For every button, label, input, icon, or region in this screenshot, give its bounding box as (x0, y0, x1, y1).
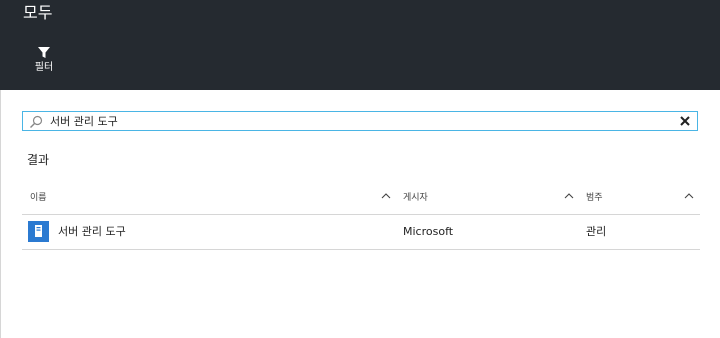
column-label-category: 범주 (586, 193, 603, 203)
results-heading: 결과 (27, 153, 50, 167)
top-header: 모두 필터 (0, 0, 720, 90)
panel-border (0, 90, 1, 338)
row-category: 관리 (586, 225, 607, 238)
column-header-name[interactable]: 이름 (22, 182, 395, 214)
row-name: 서버 관리 도구 (58, 225, 126, 238)
column-header-category[interactable]: 범주 (578, 182, 700, 214)
sort-up-icon (684, 193, 694, 199)
sort-up-icon (564, 193, 574, 199)
search-box[interactable] (22, 111, 698, 131)
filter-button[interactable]: 필터 (30, 46, 58, 82)
column-label-publisher: 게시자 (403, 193, 428, 203)
search-input[interactable] (50, 113, 670, 129)
column-header-publisher[interactable]: 게시자 (395, 182, 578, 214)
results-table: 이름 게시자 범주 서버 관리 도구 Microsoft 관리 (22, 182, 700, 250)
server-app-icon (28, 221, 49, 242)
sort-up-icon (381, 193, 391, 199)
row-publisher: Microsoft (403, 225, 454, 238)
table-row[interactable]: 서버 관리 도구 Microsoft 관리 (22, 215, 700, 250)
search-icon (30, 115, 43, 128)
column-label-name: 이름 (30, 193, 47, 203)
page-title: 모두 (23, 3, 53, 22)
clear-search-icon[interactable] (679, 115, 691, 127)
filter-label: 필터 (34, 62, 54, 73)
filter-icon (38, 47, 50, 58)
table-header: 이름 게시자 범주 (22, 182, 700, 215)
server-glyph-icon (35, 225, 42, 237)
